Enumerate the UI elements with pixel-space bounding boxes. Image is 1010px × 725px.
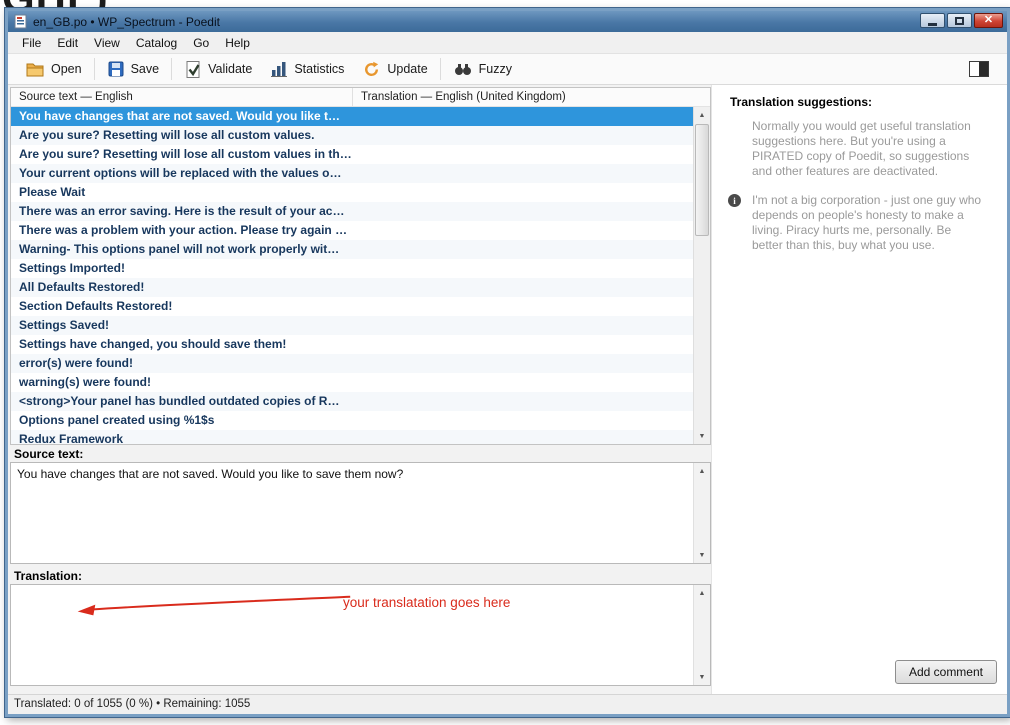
save-disk-icon [107,60,125,78]
list-item[interactable]: There was a problem with your action. Pl… [11,221,693,240]
menu-view[interactable]: View [86,33,128,53]
open-button-label: Open [51,62,82,76]
suggestions-block-2: i I'm not a big corporation - just one g… [730,193,993,253]
list-item[interactable]: You have changes that are not saved. Wou… [11,107,693,126]
validate-check-icon [184,60,202,79]
translation-input[interactable]: your translatation goes here ▲ ▼ [10,584,711,686]
save-button[interactable]: Save [98,57,169,81]
column-header-source[interactable]: Source text — English [11,88,353,106]
folder-open-icon [25,60,45,78]
validate-button[interactable]: Validate [175,57,261,82]
scroll-up-icon[interactable]: ▲ [694,585,710,601]
open-button[interactable]: Open [16,57,91,81]
window-controls: ✕ [920,13,1003,28]
source-text-label: Source text: [10,445,711,462]
suggestions-paragraph-2: I'm not a big corporation - just one guy… [752,193,984,253]
sidebar-toggle-icon[interactable] [969,61,989,77]
menu-bar: File Edit View Catalog Go Help [8,32,1007,54]
menu-edit[interactable]: Edit [49,33,86,53]
maximize-icon [955,17,964,25]
close-button[interactable]: ✕ [974,13,1003,28]
list-item[interactable]: Please Wait [11,183,693,202]
statistics-button-label: Statistics [294,62,344,76]
source-text-area: You have changes that are not saved. Wou… [10,462,711,564]
scroll-down-icon[interactable]: ▼ [694,547,710,563]
menu-go[interactable]: Go [185,33,217,53]
update-button-label: Update [387,62,427,76]
save-button-label: Save [131,62,160,76]
annotation-text: your translatation goes here [343,595,510,610]
translation-scrollbar[interactable]: ▲ ▼ [693,585,710,685]
scroll-up-icon[interactable]: ▲ [694,463,710,479]
scroll-up-icon[interactable]: ▲ [694,107,710,123]
list-item[interactable]: warning(s) were found! [11,373,693,392]
list-item[interactable]: Options panel created using %1$s [11,411,693,430]
list-item[interactable]: Redux Framework [11,430,693,444]
column-header-translation[interactable]: Translation — English (United Kingdom) [353,88,710,106]
close-icon: ✕ [984,15,993,26]
suggestions-paragraph-1: Normally you would get useful translatio… [752,119,984,179]
list-item[interactable]: There was an error saving. Here is the r… [11,202,693,221]
list-item[interactable]: All Defaults Restored! [11,278,693,297]
update-button[interactable]: Update [353,57,436,82]
list-item[interactable]: Are you sure? Resetting will lose all cu… [11,126,693,145]
list-item[interactable]: <strong>Your panel has bundled outdated … [11,392,693,411]
menu-help[interactable]: Help [217,33,258,53]
list-scrollbar[interactable]: ▲ ▼ [693,107,710,444]
menu-catalog[interactable]: Catalog [128,33,185,53]
scroll-down-icon[interactable]: ▼ [694,428,710,444]
validate-button-label: Validate [208,62,252,76]
string-list: Source text — English Translation — Engl… [10,87,711,445]
status-bar: Translated: 0 of 1055 (0 %) • Remaining:… [8,694,1007,714]
main-area: Source text — English Translation — Engl… [8,85,1007,694]
poedit-app-icon [13,14,28,29]
list-item[interactable]: Section Defaults Restored! [11,297,693,316]
minimize-icon [928,23,937,26]
list-item[interactable]: error(s) were found! [11,354,693,373]
title-bar[interactable]: en_GB.po • WP_Spectrum - Poedit ✕ [8,11,1007,32]
desktop: GHL) en_GB.po • WP_Spectrum - Poedit ✕ F… [0,0,1010,725]
translation-label: Translation: [10,567,711,584]
list-body: You have changes that are not saved. Wou… [11,107,710,444]
list-item[interactable]: Settings have changed, you should save t… [11,335,693,354]
add-comment-button[interactable]: Add comment [895,660,997,684]
scroll-down-icon[interactable]: ▼ [694,669,710,685]
toolbar: Open Save [8,54,1007,85]
statistics-button[interactable]: Statistics [261,57,353,81]
list-header: Source text — English Translation — Engl… [11,88,710,107]
list-item[interactable]: Settings Imported! [11,259,693,278]
list-item[interactable]: Settings Saved! [11,316,693,335]
refresh-icon [362,60,381,79]
window-title: en_GB.po • WP_Spectrum - Poedit [33,15,220,29]
source-text-value: You have changes that are not saved. Wou… [17,467,403,481]
info-icon: i [728,194,741,207]
left-column: Source text — English Translation — Engl… [8,85,711,694]
fuzzy-button-label: Fuzzy [479,62,512,76]
list-item[interactable]: Your current options will be replaced wi… [11,164,693,183]
poedit-window: en_GB.po • WP_Spectrum - Poedit ✕ File E… [5,8,1010,717]
suggestions-block-1: Normally you would get useful translatio… [730,119,993,179]
fuzzy-button[interactable]: Fuzzy [444,58,521,80]
binoculars-icon [453,61,473,77]
menu-file[interactable]: File [14,33,49,53]
toolbar-separator [440,58,441,80]
scrollbar-thumb[interactable] [695,124,709,236]
list-item[interactable]: Are you sure? Resetting will lose all cu… [11,145,693,164]
bar-chart-icon [270,60,288,78]
source-scrollbar[interactable]: ▲ ▼ [693,463,710,563]
list-item[interactable]: Warning- This options panel will not wor… [11,240,693,259]
maximize-button[interactable] [947,13,972,28]
minimize-button[interactable] [920,13,945,28]
toolbar-separator [94,58,95,80]
toolbar-separator [171,58,172,80]
suggestions-sidebar: Translation suggestions: Normally you wo… [711,85,1007,694]
suggestions-title: Translation suggestions: [730,95,993,109]
